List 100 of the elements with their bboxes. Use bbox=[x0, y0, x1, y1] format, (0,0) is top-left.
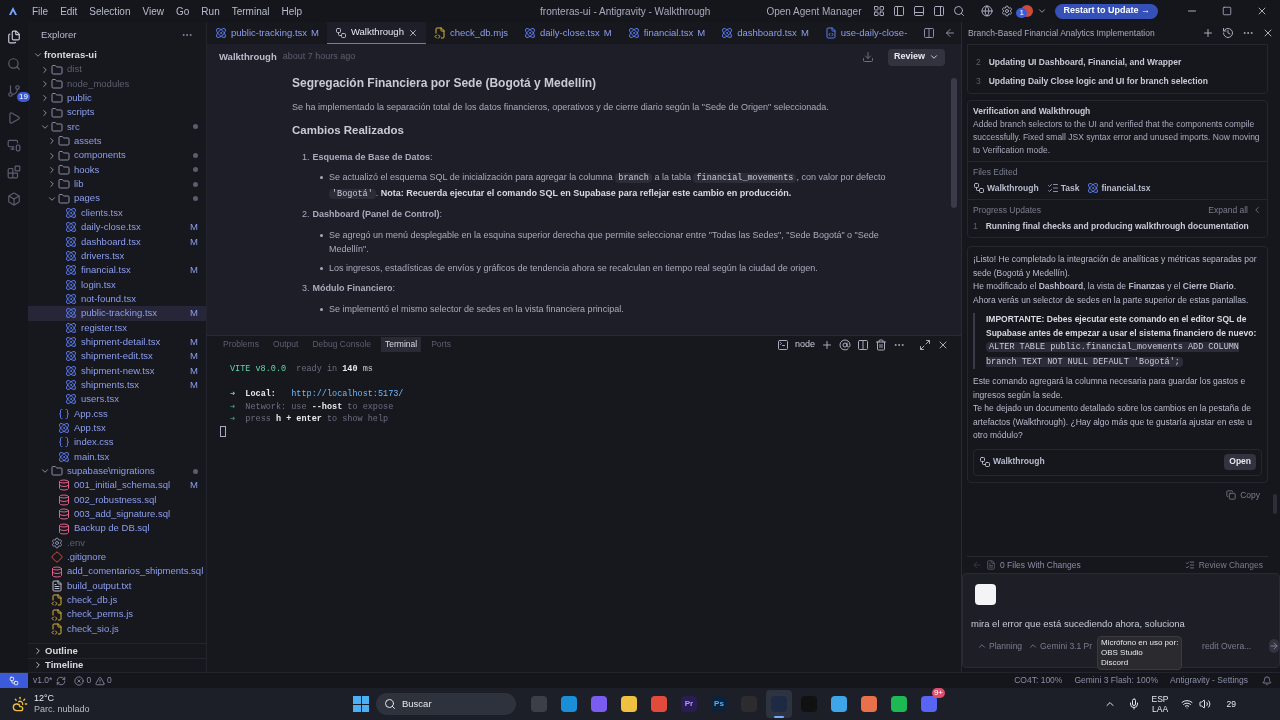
copy-button[interactable]: Copy bbox=[1226, 488, 1260, 502]
braces-icon bbox=[58, 436, 70, 449]
file-tree-item[interactable]: build_output.txt bbox=[28, 578, 206, 594]
editor-tab[interactable]: check_db.mjs bbox=[425, 22, 517, 44]
file-tree-item[interactable]: components bbox=[28, 148, 206, 163]
collapsed-section[interactable]: Outline bbox=[28, 643, 206, 658]
send-button[interactable] bbox=[1269, 639, 1280, 654]
file-tree-item[interactable]: Backup de DB.sql bbox=[28, 521, 206, 536]
monitor-icon[interactable] bbox=[7, 138, 21, 152]
taskbar-app[interactable]: Pr bbox=[676, 690, 702, 718]
status-item[interactable]: Antigravity - Settings bbox=[1170, 674, 1248, 687]
plus-icon bbox=[1202, 27, 1214, 39]
file-tree-item[interactable]: pages bbox=[28, 191, 206, 206]
agent-manager-link[interactable]: Open Agent Manager bbox=[766, 3, 862, 19]
file-tree-item[interactable]: not-found.tsx bbox=[28, 291, 206, 307]
file-tree-item[interactable]: shipments.tsx M bbox=[28, 377, 206, 393]
taskbar-app[interactable] bbox=[766, 690, 792, 718]
search-icon[interactable] bbox=[7, 57, 21, 71]
menu-item[interactable]: Terminal bbox=[225, 3, 276, 19]
file-tree-item[interactable]: .gitignore bbox=[28, 550, 206, 565]
chevron-down-icon bbox=[929, 52, 939, 62]
file-tree-item[interactable]: financial.tsx M bbox=[28, 263, 206, 278]
file-tree-item[interactable]: shipment-new.tsx M bbox=[28, 363, 206, 378]
file-tree-item[interactable]: clients.tsx bbox=[28, 205, 206, 221]
files-icon[interactable] bbox=[7, 30, 21, 44]
file-tree-item[interactable]: src bbox=[28, 119, 206, 135]
menu-item[interactable]: Run bbox=[195, 3, 226, 19]
start-button[interactable] bbox=[350, 693, 372, 715]
file-tree-item[interactable]: 001_initial_schema.sql M bbox=[28, 478, 206, 493]
search-placeholder: Buscar bbox=[402, 696, 432, 711]
file-tree-item[interactable]: 003_add_signature.sql bbox=[28, 507, 206, 522]
review-changes-button[interactable]: Review Changes bbox=[1184, 558, 1263, 572]
file-tree-item[interactable]: App.tsx bbox=[28, 420, 206, 436]
message-input[interactable]: mira el error que está sucediendo ahora, soluciona bbox=[971, 617, 1271, 632]
file-tree-item[interactable]: App.css bbox=[28, 406, 206, 421]
file-tree-item[interactable]: lib bbox=[28, 177, 206, 192]
file-tree-item[interactable]: dashboard.tsx M bbox=[28, 234, 206, 249]
file-tree-item[interactable]: scripts bbox=[28, 105, 206, 120]
extensions-icon[interactable] bbox=[7, 165, 21, 179]
source-control-icon[interactable] bbox=[7, 84, 21, 98]
atom-icon bbox=[65, 235, 77, 248]
file-tree-item[interactable]: check_sio.js bbox=[28, 621, 206, 637]
file-tree-item[interactable]: supabase\migrations bbox=[28, 463, 206, 479]
file-tree-item[interactable]: login.tsx bbox=[28, 277, 206, 292]
file-tree-item[interactable]: check_db.js bbox=[28, 593, 206, 608]
remote-button[interactable] bbox=[0, 673, 28, 688]
file-tree-item[interactable]: main.tsx bbox=[28, 449, 206, 464]
file-tree-item[interactable]: drivers.tsx bbox=[28, 248, 206, 264]
open-button[interactable]: Open bbox=[1224, 454, 1256, 470]
file-tree-item[interactable]: public bbox=[28, 91, 206, 106]
terminal-icon bbox=[776, 338, 789, 351]
chevron-right-icon bbox=[40, 107, 50, 118]
app-icon: Ps bbox=[711, 696, 727, 712]
review-button[interactable]: Review bbox=[887, 48, 945, 66]
file-tree-item[interactable]: assets bbox=[28, 134, 206, 149]
file-tree-item[interactable]: fronteras-ui bbox=[28, 48, 206, 63]
message-text: He modificado el Dashboard, la vista de Finanzas y el Cierre Diario. bbox=[973, 280, 1238, 293]
file-tree-item[interactable]: hooks bbox=[28, 162, 206, 178]
taskbar-app[interactable]: 9+ bbox=[916, 690, 942, 718]
editor-tab[interactable]: daily-close.tsx M bbox=[516, 22, 620, 44]
atom-icon bbox=[65, 206, 77, 219]
file-chip[interactable]: Walkthrough bbox=[973, 181, 1039, 195]
file-tree-item[interactable]: daily-close.tsx M bbox=[28, 220, 206, 235]
file-tree-item[interactable]: public-tracking.tsx M bbox=[28, 306, 206, 321]
status-item[interactable]: CO4T: 100% bbox=[1014, 674, 1063, 687]
menu-item[interactable]: Selection bbox=[83, 3, 137, 19]
editor-tab[interactable]: use-daily-close- bbox=[816, 22, 916, 44]
restart-update-button[interactable]: Restart to Update → bbox=[1055, 3, 1158, 19]
close-icon bbox=[407, 27, 418, 38]
terminal-line: ➜ Local: http://localhost:5173/ bbox=[230, 388, 404, 401]
status-item[interactable]: Gemini 3 Flash: 100% bbox=[1074, 674, 1159, 687]
model-selector[interactable]: Gemini 3.1 Pr bbox=[1028, 639, 1093, 653]
file-tree-item[interactable]: check_perms.js bbox=[28, 607, 206, 622]
menu-item[interactable]: Help bbox=[275, 3, 309, 19]
expand-all-button[interactable]: Expand all bbox=[1208, 203, 1262, 217]
search-field[interactable]: Buscar bbox=[376, 693, 516, 715]
file-tree-item[interactable]: shipment-detail.tsx M bbox=[28, 334, 206, 350]
editor-tab[interactable]: dashboard.tsx M bbox=[713, 22, 817, 44]
editor-tab[interactable]: public-tracking.tsx M bbox=[207, 22, 327, 44]
file-tree-item[interactable]: index.css bbox=[28, 435, 206, 450]
file-tree-item[interactable]: users.tsx bbox=[28, 392, 206, 407]
file-chip[interactable]: Task bbox=[1046, 181, 1080, 195]
image-attachment[interactable] bbox=[975, 584, 996, 605]
mode-selector[interactable]: Planning bbox=[977, 639, 1023, 653]
file-tree-item[interactable]: 002_robustness.sql bbox=[28, 492, 206, 507]
bullet-icon bbox=[320, 176, 323, 179]
panel-tab[interactable]: Terminal bbox=[381, 337, 422, 352]
file-tree-item[interactable]: add_comentarios_shipments.sql bbox=[28, 564, 206, 579]
taskbar-app[interactable]: Ps bbox=[706, 690, 732, 718]
box-icon[interactable] bbox=[7, 192, 21, 206]
run-icon[interactable] bbox=[7, 111, 21, 125]
menu-item[interactable]: File bbox=[26, 3, 55, 19]
menu-item[interactable]: Go bbox=[170, 3, 196, 19]
editor-tab[interactable]: financial.tsx M bbox=[619, 22, 714, 44]
file-tree-item[interactable]: register.tsx bbox=[28, 320, 206, 335]
menu-item[interactable]: Edit bbox=[54, 3, 84, 19]
editor-tab[interactable]: Walkthrough bbox=[326, 22, 426, 44]
file-chip[interactable]: financial.tsx bbox=[1087, 181, 1151, 195]
menu-item[interactable]: View bbox=[136, 3, 170, 19]
file-tree-item[interactable]: shipment-edit.tsx M bbox=[28, 349, 206, 364]
